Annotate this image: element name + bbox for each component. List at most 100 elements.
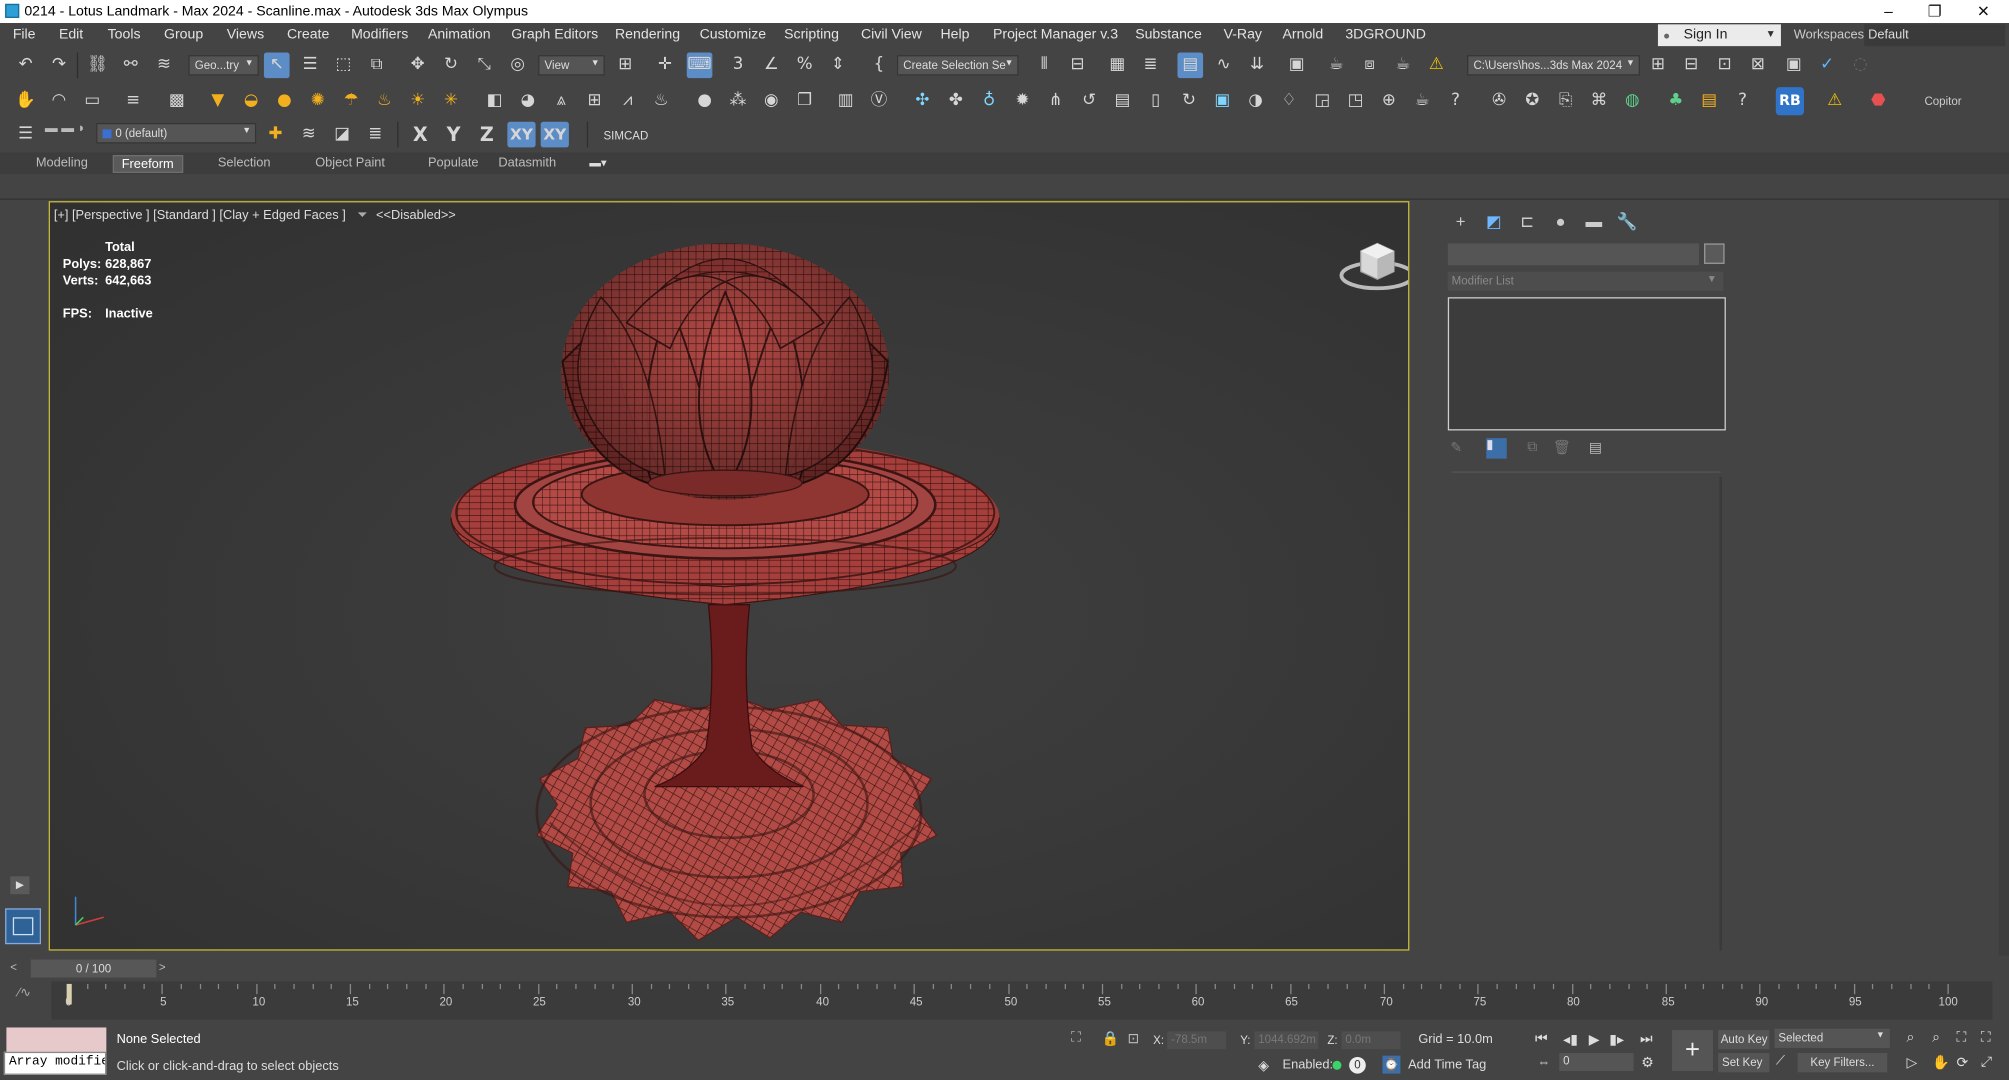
tool-vray-button[interactable]: Ⓥ — [866, 88, 892, 114]
menu-edit[interactable]: Edit — [59, 27, 83, 42]
key-filter-icon[interactable]: ⟋ — [1776, 1054, 1785, 1068]
time-slider-next[interactable]: > — [159, 961, 166, 974]
tool-arnold-1-button[interactable]: ✇ — [1486, 88, 1512, 114]
tool-cube-button[interactable]: ◧ — [482, 88, 508, 114]
menu-vray[interactable]: V-Ray — [1224, 27, 1262, 42]
select-in-layer-button[interactable]: ≋ — [296, 122, 322, 148]
selection-filter-dropdown[interactable]: Geo...try ▼ — [188, 55, 259, 76]
angle-snap-button[interactable]: ∠ — [759, 53, 785, 79]
tool-yellow-5-button[interactable]: ☂ — [338, 88, 364, 114]
tab-motion[interactable]: ● — [1548, 209, 1574, 235]
menu-file[interactable]: File — [13, 27, 36, 42]
time-tag-icon[interactable]: ⌚ — [1382, 1055, 1401, 1074]
time-configuration-icon[interactable]: ⚙ — [1641, 1054, 1654, 1071]
tool-yellow-4-button[interactable]: ✺ — [305, 88, 331, 114]
absolute-transform-icon[interactable]: ⊡ — [1128, 1030, 1140, 1046]
tool-blob-button[interactable]: ◉ — [759, 88, 785, 114]
layer-manager-button[interactable]: ☰ — [13, 122, 39, 148]
tool-ball-button[interactable]: ● — [692, 88, 718, 114]
constrain-x-button[interactable]: X — [407, 122, 433, 148]
tool-yellow-1-button[interactable]: ▼ — [205, 88, 231, 114]
key-selection-set-dropdown[interactable]: Selected ▼ — [1774, 1028, 1890, 1048]
tab-display[interactable]: ▬ — [1581, 209, 1607, 235]
make-unique-icon[interactable]: ⧉ — [1527, 439, 1537, 456]
add-time-tag-button[interactable]: Add Time Tag — [1408, 1058, 1486, 1072]
select-by-name-button[interactable]: ☰ — [297, 53, 323, 79]
tool-grass-button[interactable]: ⩘ — [615, 88, 641, 114]
next-frame-button[interactable]: ▮▸ — [1609, 1031, 1624, 1048]
tool-sun-button[interactable]: ☀ — [405, 88, 431, 114]
expand-layout-button[interactable]: ▶ — [10, 876, 30, 895]
close-button[interactable]: ✕ — [1960, 1, 2006, 21]
tool-arnold-2-button[interactable]: ✪ — [1520, 88, 1546, 114]
schematic-view-button[interactable]: ⇊ — [1244, 53, 1270, 79]
menu-views[interactable]: Views — [227, 27, 264, 42]
layer-settings-button[interactable]: ≣ — [363, 122, 389, 148]
help-2-button[interactable]: ? — [1730, 88, 1756, 114]
scale-button[interactable]: ⤡ — [472, 53, 498, 79]
perspective-viewport[interactable]: [+] [Perspective ] [Standard ] [Clay + E… — [48, 201, 1410, 951]
play-button[interactable]: ▶ — [1589, 1031, 1600, 1048]
layer-explorer-button[interactable]: ≣ — [1138, 53, 1164, 79]
menu-scripting[interactable]: Scripting — [784, 27, 839, 42]
lock-selection-icon[interactable]: 🔒 — [1102, 1030, 1120, 1046]
set-key-button[interactable]: Set Key — [1718, 1053, 1770, 1073]
remove-modifier-icon[interactable]: 🗑 — [1553, 439, 1571, 456]
tool-vr-3-button[interactable]: ♁ — [976, 88, 1002, 114]
lotus-landmark-model[interactable] — [434, 220, 1023, 950]
redo-button[interactable]: ↷ — [46, 53, 72, 79]
workspace-dropdown[interactable]: Default — [1864, 24, 2006, 47]
ribbon-options-button[interactable]: ▬▾ — [589, 156, 606, 170]
panel-scrollbar[interactable] — [1719, 476, 1722, 951]
tool-sphere-button[interactable]: ◕ — [515, 88, 541, 114]
tool-arnold-4-button[interactable]: ⌘ — [1586, 88, 1612, 114]
warning-2-button[interactable]: ⚠ — [1822, 88, 1848, 114]
menu-animation[interactable]: Animation — [428, 27, 491, 42]
panel-divider[interactable] — [1451, 471, 1721, 473]
constrain-y-button[interactable]: Y — [441, 122, 467, 148]
tool-vr-12-button[interactable]: ♢ — [1276, 88, 1302, 114]
tab-modeling[interactable]: Modeling — [28, 155, 95, 173]
reference-coordinate-dropdown[interactable]: View ▼ — [538, 55, 605, 76]
tool-vr-14-button[interactable]: ◳ — [1343, 88, 1369, 114]
tool-red-button[interactable]: ⬣ — [1866, 88, 1892, 114]
tab-selection[interactable]: Selection — [210, 155, 278, 173]
tab-utilities[interactable]: 🔧 — [1614, 209, 1640, 235]
layer-toggles[interactable]: ▬ ▬ ◗ — [45, 122, 94, 142]
auto-key-button[interactable]: Auto Key — [1718, 1030, 1770, 1050]
layer-dropdown[interactable]: 0 (default) ▼ — [96, 122, 257, 144]
tab-object-paint[interactable]: Object Paint — [308, 155, 393, 173]
tool-arc-button[interactable]: ◠ — [46, 88, 72, 114]
material-editor-button[interactable]: ▣ — [1284, 53, 1310, 79]
tool-vr-4-button[interactable]: ✹ — [1010, 88, 1036, 114]
project-new-button[interactable]: ⊡ — [1712, 53, 1738, 79]
set-keys-button[interactable]: + — [1672, 1030, 1714, 1072]
menu-3dground[interactable]: 3DGROUND — [1345, 27, 1426, 42]
menu-project-manager[interactable]: Project Manager v.3 — [993, 27, 1118, 42]
tab-populate[interactable]: Populate — [420, 155, 486, 173]
keyboard-shortcut-override-button[interactable]: ⌨ — [686, 52, 713, 79]
project-open-button[interactable]: ⊟ — [1678, 53, 1704, 79]
constrain-plane-cycle-button[interactable]: XY — [540, 121, 569, 148]
tool-list-2-button[interactable]: ▤ — [1696, 88, 1722, 114]
place-button[interactable]: ◎ — [505, 53, 531, 79]
select-object-button[interactable]: ↖ — [263, 52, 290, 79]
tool-vr-5-button[interactable]: ⋔ — [1043, 88, 1069, 114]
warning-button[interactable]: ⚠ — [1423, 53, 1449, 79]
tool-vr-6-button[interactable]: ↺ — [1076, 88, 1102, 114]
maxscript-listener-output[interactable] — [6, 1027, 107, 1052]
window-crossing-button[interactable]: ⧉ — [364, 53, 390, 79]
tool-vray-mtl-button[interactable]: ▥ — [833, 88, 859, 114]
undo-button[interactable]: ↶ — [13, 53, 39, 79]
menu-graph-editors[interactable]: Graph Editors — [511, 27, 598, 42]
tool-hand-button[interactable]: ✋ — [13, 88, 39, 114]
select-manipulate-button[interactable]: ✛ — [652, 53, 678, 79]
align-button[interactable]: ⊟ — [1065, 53, 1091, 79]
tool-yellow-6-button[interactable]: ♨ — [372, 88, 398, 114]
mirror-button[interactable]: ⫴ — [1031, 53, 1057, 79]
bind-spacewarp-button[interactable]: ≋ — [151, 53, 177, 79]
time-slider-prev[interactable]: < — [10, 961, 17, 974]
copitor-label[interactable]: Copitor — [1924, 95, 1961, 108]
zoom-extents-icon[interactable]: ⛶ — [1956, 1030, 1966, 1047]
add-to-layer-button[interactable]: ✚ — [263, 122, 289, 148]
